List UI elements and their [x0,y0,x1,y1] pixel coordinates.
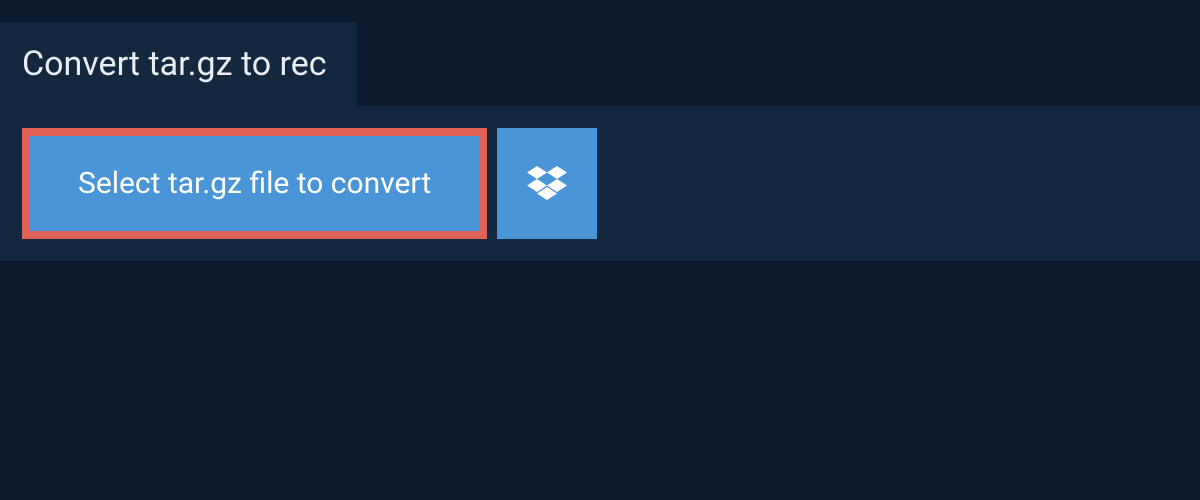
select-file-label: Select tar.gz file to convert [78,166,431,201]
dropbox-button[interactable] [497,128,597,239]
select-file-button[interactable]: Select tar.gz file to convert [22,128,487,239]
dropbox-icon [527,166,567,202]
upload-row: Select tar.gz file to convert [22,128,1178,239]
upload-panel: Select tar.gz file to convert [0,106,1200,261]
header-tab: Convert tar.gz to rec [0,22,357,106]
page-title: Convert tar.gz to rec [22,44,327,84]
